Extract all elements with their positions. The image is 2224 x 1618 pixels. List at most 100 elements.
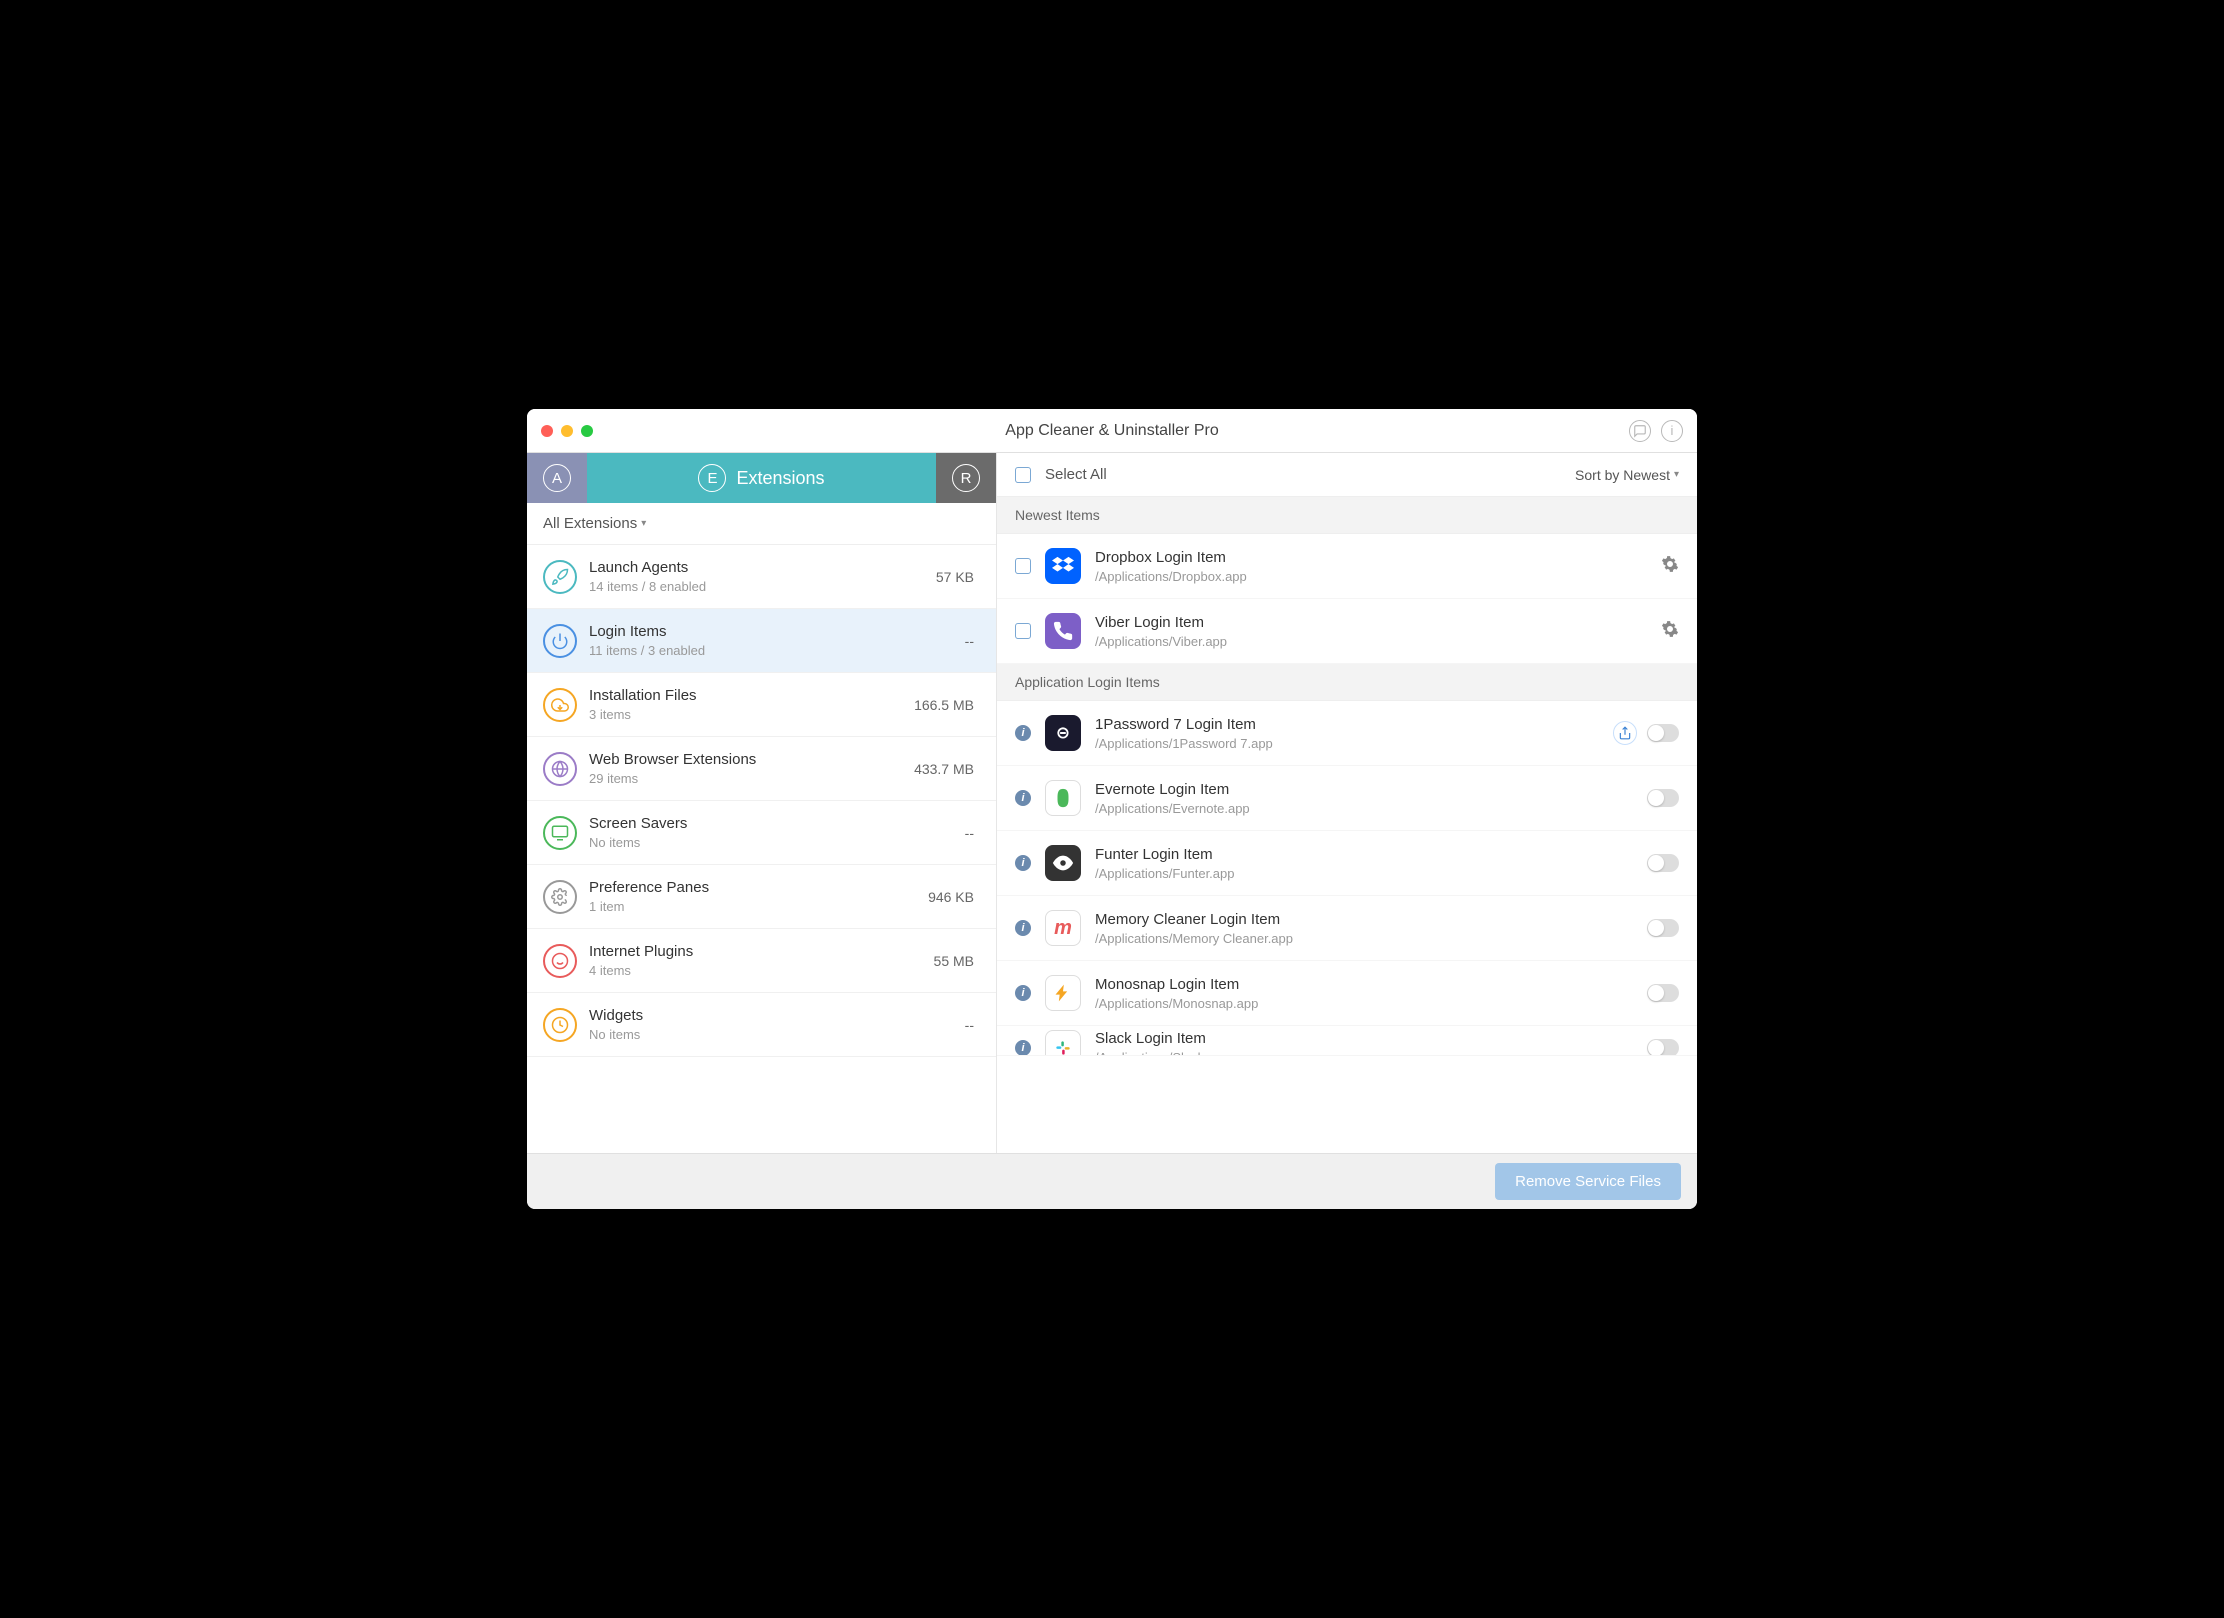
category-name: Login Items bbox=[589, 623, 953, 640]
category-name: Web Browser Extensions bbox=[589, 751, 902, 768]
remove-button[interactable]: Remove Service Files bbox=[1495, 1163, 1681, 1200]
toggle-switch[interactable] bbox=[1647, 984, 1679, 1002]
category-item[interactable]: Installation Files 3 items 166.5 MB bbox=[527, 673, 996, 737]
item-checkbox[interactable] bbox=[1015, 623, 1031, 639]
cloud-icon bbox=[543, 688, 577, 722]
section-app-login: Application Login Items bbox=[997, 664, 1697, 701]
category-text: Launch Agents 14 items / 8 enabled bbox=[589, 559, 924, 594]
category-size: -- bbox=[965, 1017, 974, 1033]
footer: Remove Service Files bbox=[527, 1153, 1697, 1209]
item-name: Dropbox Login Item bbox=[1095, 549, 1647, 566]
item-text: 1Password 7 Login Item /Applications/1Pa… bbox=[1095, 716, 1599, 751]
category-sub: 4 items bbox=[589, 963, 922, 978]
info-icon[interactable]: i bbox=[1661, 420, 1683, 442]
category-sub: 1 item bbox=[589, 899, 916, 914]
category-sub: No items bbox=[589, 835, 953, 850]
category-sub: 3 items bbox=[589, 707, 902, 722]
remaining-icon: R bbox=[952, 464, 980, 492]
list-item[interactable]: i ⊝ 1Password 7 Login Item /Applications… bbox=[997, 701, 1697, 766]
category-text: Installation Files 3 items bbox=[589, 687, 902, 722]
list-item[interactable]: i Monosnap Login Item /Applications/Mono… bbox=[997, 961, 1697, 1026]
item-name: 1Password 7 Login Item bbox=[1095, 716, 1599, 733]
item-path: /Applications/Slack.app bbox=[1095, 1050, 1633, 1056]
category-size: 55 MB bbox=[934, 953, 974, 969]
right-panel: Select All Sort by Newest ▾ Newest Items… bbox=[997, 453, 1697, 1153]
left-panel: A E Extensions R All Extensions ▾ Launch… bbox=[527, 453, 997, 1153]
category-item[interactable]: Preference Panes 1 item 946 KB bbox=[527, 865, 996, 929]
maximize-button[interactable] bbox=[581, 425, 593, 437]
chevron-down-icon: ▾ bbox=[641, 518, 646, 529]
window-title: App Cleaner & Uninstaller Pro bbox=[527, 422, 1697, 440]
toggle-switch[interactable] bbox=[1647, 1039, 1679, 1057]
category-sub: 29 items bbox=[589, 771, 902, 786]
category-name: Installation Files bbox=[589, 687, 902, 704]
monosnap-app-icon bbox=[1045, 975, 1081, 1011]
category-item[interactable]: Screen Savers No items -- bbox=[527, 801, 996, 865]
info-icon[interactable]: i bbox=[1015, 725, 1031, 741]
feedback-icon[interactable] bbox=[1629, 420, 1651, 442]
info-icon[interactable]: i bbox=[1015, 1040, 1031, 1056]
tab-extensions-label: Extensions bbox=[736, 468, 824, 489]
select-all-checkbox[interactable] bbox=[1015, 467, 1031, 483]
list-item[interactable]: Dropbox Login Item /Applications/Dropbox… bbox=[997, 534, 1697, 599]
item-path: /Applications/Funter.app bbox=[1095, 866, 1633, 881]
category-size: -- bbox=[965, 825, 974, 841]
category-list[interactable]: Launch Agents 14 items / 8 enabled 57 KB… bbox=[527, 545, 996, 1153]
category-sub: No items bbox=[589, 1027, 953, 1042]
item-name: Funter Login Item bbox=[1095, 846, 1633, 863]
category-text: Internet Plugins 4 items bbox=[589, 943, 922, 978]
toggle-switch[interactable] bbox=[1647, 724, 1679, 742]
filter-dropdown[interactable]: All Extensions ▾ bbox=[527, 503, 996, 545]
globe-icon bbox=[543, 752, 577, 786]
list-item[interactable]: i m Memory Cleaner Login Item /Applicati… bbox=[997, 896, 1697, 961]
screen-icon bbox=[543, 816, 577, 850]
slack-app-icon bbox=[1045, 1030, 1081, 1057]
category-item[interactable]: Widgets No items -- bbox=[527, 993, 996, 1057]
gear-icon[interactable] bbox=[1661, 555, 1679, 578]
category-item[interactable]: Web Browser Extensions 29 items 433.7 MB bbox=[527, 737, 996, 801]
titlebar-actions: i bbox=[1629, 420, 1683, 442]
list-item[interactable]: i Funter Login Item /Applications/Funter… bbox=[997, 831, 1697, 896]
info-icon[interactable]: i bbox=[1015, 855, 1031, 871]
list-item[interactable]: i Evernote Login Item /Applications/Ever… bbox=[997, 766, 1697, 831]
plugin-icon bbox=[543, 944, 577, 978]
category-size: -- bbox=[965, 633, 974, 649]
list-item[interactable]: i Slack Login Item /Applications/Slack.a… bbox=[997, 1026, 1697, 1056]
category-name: Screen Savers bbox=[589, 815, 953, 832]
toggle-switch[interactable] bbox=[1647, 789, 1679, 807]
category-size: 946 KB bbox=[928, 889, 974, 905]
item-checkbox[interactable] bbox=[1015, 558, 1031, 574]
info-icon[interactable]: i bbox=[1015, 790, 1031, 806]
body: A E Extensions R All Extensions ▾ Launch… bbox=[527, 453, 1697, 1153]
gear-icon[interactable] bbox=[1661, 620, 1679, 643]
category-name: Launch Agents bbox=[589, 559, 924, 576]
applications-icon: A bbox=[543, 464, 571, 492]
tab-extensions[interactable]: E Extensions bbox=[587, 453, 936, 503]
item-name: Evernote Login Item bbox=[1095, 781, 1633, 798]
power-icon bbox=[543, 624, 577, 658]
category-sub: 11 items / 3 enabled bbox=[589, 643, 953, 658]
funter-app-icon bbox=[1045, 845, 1081, 881]
share-icon[interactable] bbox=[1613, 721, 1637, 745]
close-button[interactable] bbox=[541, 425, 553, 437]
info-icon[interactable]: i bbox=[1015, 920, 1031, 936]
toggle-switch[interactable] bbox=[1647, 919, 1679, 937]
item-text: Memory Cleaner Login Item /Applications/… bbox=[1095, 911, 1633, 946]
evernote-app-icon bbox=[1045, 780, 1081, 816]
category-item[interactable]: Launch Agents 14 items / 8 enabled 57 KB bbox=[527, 545, 996, 609]
tab-applications[interactable]: A bbox=[527, 453, 587, 503]
items-list[interactable]: Newest Items Dropbox Login Item /Applica… bbox=[997, 497, 1697, 1153]
select-all-label: Select All bbox=[1045, 466, 1107, 483]
minimize-button[interactable] bbox=[561, 425, 573, 437]
toggle-switch[interactable] bbox=[1647, 854, 1679, 872]
sort-dropdown[interactable]: Sort by Newest ▾ bbox=[1575, 467, 1679, 483]
category-text: Screen Savers No items bbox=[589, 815, 953, 850]
item-name: Slack Login Item bbox=[1095, 1030, 1633, 1047]
memory-app-icon: m bbox=[1045, 910, 1081, 946]
info-icon[interactable]: i bbox=[1015, 985, 1031, 1001]
item-path: /Applications/Dropbox.app bbox=[1095, 569, 1647, 584]
list-item[interactable]: Viber Login Item /Applications/Viber.app bbox=[997, 599, 1697, 664]
category-item[interactable]: Login Items 11 items / 3 enabled -- bbox=[527, 609, 996, 673]
category-item[interactable]: Internet Plugins 4 items 55 MB bbox=[527, 929, 996, 993]
tab-remaining[interactable]: R bbox=[936, 453, 996, 503]
